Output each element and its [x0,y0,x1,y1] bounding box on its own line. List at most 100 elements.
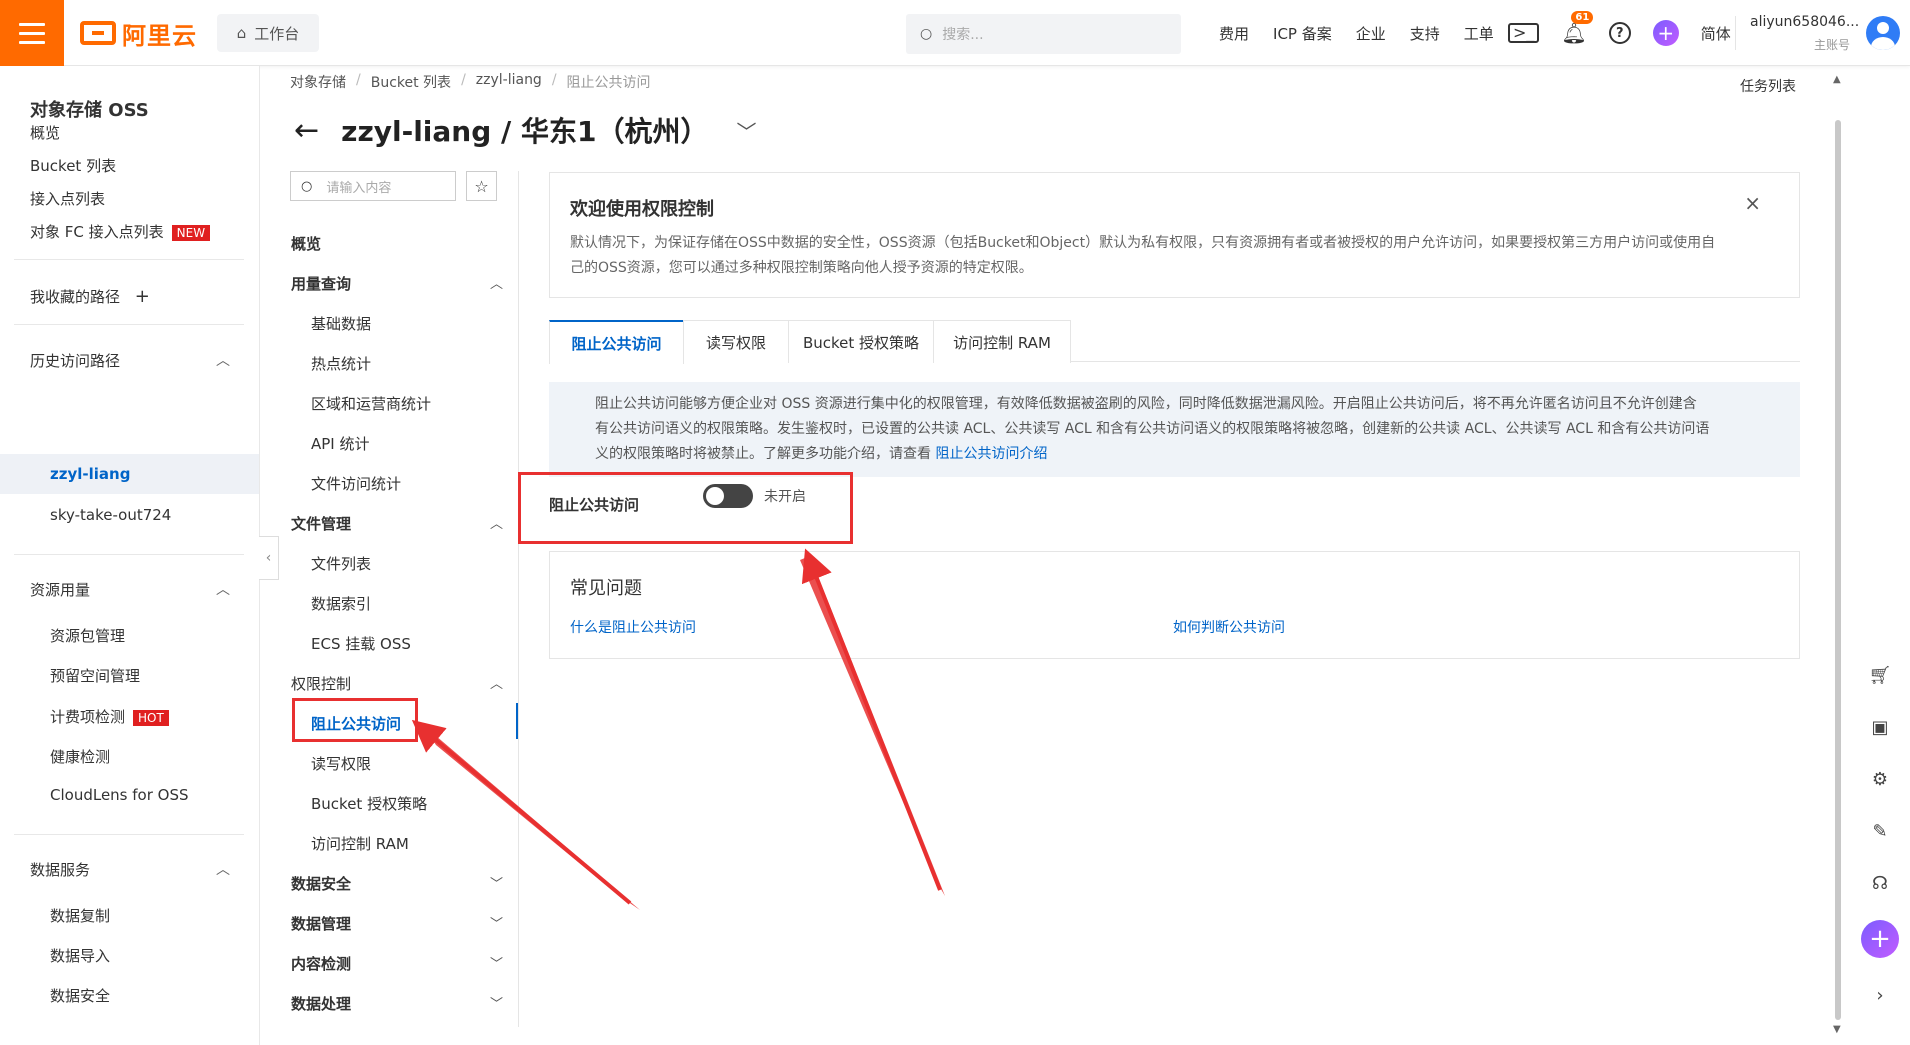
chevron-down-icon: ﹀ [489,877,503,892]
menu-item-hotspot[interactable]: 热点统计 [311,353,371,374]
gear-icon[interactable]: ⚙ [1865,764,1895,794]
sidebar-group-resource[interactable]: 资源用量 ︿ [30,579,230,600]
sidebar-favorites[interactable]: 我收藏的路径 + [30,286,150,307]
star-icon[interactable]: ☆ [466,171,497,201]
menu-item-ram[interactable]: 访问控制 RAM [311,833,409,854]
sidebar-item-import[interactable]: 数据导入 [50,945,110,966]
terminal-icon[interactable]: >_ [1508,23,1540,43]
sidebar-item-replication[interactable]: 数据复制 [50,905,110,926]
hot-badge: HOT [133,710,169,726]
search-icon: ○ [920,26,933,42]
menu-group-data-management[interactable]: 数据管理 ﹀ [291,913,503,934]
menu-item-file-list[interactable]: 文件列表 [311,553,371,574]
sidebar-item-bucket-list[interactable]: Bucket 列表 [30,155,116,176]
nav-icp[interactable]: ICP 备案 [1261,23,1344,44]
back-arrow-icon[interactable]: ← [294,113,319,148]
menu-item-file-access-stats[interactable]: 文件访问统计 [311,473,401,494]
avatar[interactable] [1866,16,1900,50]
secondary-menu-divider [518,171,519,1027]
sidebar-item-health[interactable]: 健康检测 [50,746,110,767]
ai-plus-icon[interactable]: + [1861,920,1899,958]
menu-group-content-detection[interactable]: 内容检测 ﹀ [291,953,503,974]
page-title-text: zzyl-liang / 华东1（杭州） [341,115,709,148]
menu-group-label: 用量查询 [291,275,352,293]
faq-link-what-is[interactable]: 什么是阻止公共访问 [570,617,696,637]
task-list-link[interactable]: 任务列表 [1740,76,1796,96]
menu-overview[interactable]: 概览 [291,233,503,254]
menu-search-placeholder: 请输入内容 [326,180,392,196]
sidebar-item-fc-access-points[interactable]: 对象 FC 接入点列表 NEW [30,221,211,242]
headset-icon[interactable]: ☊ [1865,868,1895,898]
account-name: aliyun658046... [1750,14,1860,30]
language-switch[interactable]: 简体 [1701,23,1731,44]
breadcrumb: 对象存储 / Bucket 列表 / zzyl-liang / 阻止公共访问 [290,72,651,92]
breadcrumb-bucket[interactable]: zzyl-liang [476,72,542,92]
menu-group-permission[interactable]: 权限控制 ︿ [291,673,503,694]
cart-icon[interactable]: 🛒︎ [1865,660,1895,690]
sidebar-group-history[interactable]: 历史访问路径 ︿ [30,350,230,371]
aliyun-logo-mark-icon [80,21,116,45]
edit-icon[interactable]: ✎ [1865,816,1895,846]
scroll-up-icon[interactable]: ▲ [1833,74,1841,85]
scroll-thumb[interactable] [1835,120,1841,1020]
close-icon[interactable]: × [1744,191,1761,215]
active-indicator [516,703,518,739]
sidebar-item-package[interactable]: 资源包管理 [50,625,125,646]
aliyun-logo[interactable]: 阿里云 [80,18,197,50]
sidebar-item-billing-check[interactable]: 计费项检测 HOT [50,706,169,727]
help-icon[interactable]: ? [1608,22,1631,44]
menu-group-label: 数据安全 [291,875,352,893]
global-search-input[interactable]: ○ 搜索... [906,14,1181,54]
menu-item-ecs-mount[interactable]: ECS 挂载 OSS [311,633,411,654]
notification-bell-icon[interactable]: 🔔︎ 61 [1561,11,1594,45]
sidebar-item-cloudlens[interactable]: CloudLens for OSS [50,786,189,804]
menu-group-file[interactable]: 文件管理 ︿ [291,513,503,534]
ai-assistant-icon[interactable]: + [1652,20,1679,46]
history-label: 历史访问路径 [30,352,121,370]
tool-rail: 🛒︎ ▣ ⚙ ✎ ☊ + › [1856,660,1904,1010]
menu-group-usage[interactable]: 用量查询 ︿ [291,273,503,294]
tab-acl[interactable]: 读写权限 [683,320,789,363]
nav-ticket[interactable]: 工单 [1452,23,1506,44]
chevron-down-icon: ﹀ [489,957,503,972]
menu-item-bucket-policy[interactable]: Bucket 授权策略 [311,793,427,814]
menu-item-region-stats[interactable]: 区域和运营商统计 [311,393,431,414]
sidebar-item-access-points[interactable]: 接入点列表 [30,188,105,209]
nav-enterprise[interactable]: 企业 [1344,23,1398,44]
workbench-button[interactable]: ⌂ 工作台 [217,14,319,52]
document-icon[interactable]: ▣ [1865,712,1895,742]
page-scrollbar[interactable]: ▲ ▼ [1833,66,1843,1045]
sidebar-divider [14,324,244,325]
account-info[interactable]: aliyun658046... 主账号 [1750,14,1860,53]
scroll-down-icon[interactable]: ▼ [1833,1024,1841,1035]
sidebar-history-zzyl-liang[interactable]: zzyl-liang [50,465,130,483]
menu-item-data-index[interactable]: 数据索引 [311,593,371,614]
breadcrumb-bucket-list[interactable]: Bucket 列表 [371,72,451,92]
menu-item-basic-data[interactable]: 基础数据 [311,313,371,334]
collapse-sidebar-chevron-left-icon[interactable]: ‹ [259,536,279,580]
menu-group-data-security[interactable]: 数据安全 ﹀ [291,873,503,894]
menu-item-api-stats[interactable]: API 统计 [311,433,370,454]
hamburger-menu-icon[interactable] [0,0,64,66]
chevron-right-icon[interactable]: › [1865,980,1895,1010]
sidebar-group-data-service[interactable]: 数据服务 ︿ [30,859,230,880]
tab-bucket-policy[interactable]: Bucket 授权策略 [788,320,934,363]
nav-billing[interactable]: 费用 [1207,23,1261,44]
top-nav: 费用 ICP 备案 企业 支持 工单 [1207,0,1506,66]
menu-item-acl[interactable]: 读写权限 [311,753,371,774]
info-line-3-text: 义的权限策略时将被禁止。了解更多功能介绍，请查看 [595,446,936,462]
add-icon[interactable]: + [135,286,150,307]
menu-search-input[interactable]: ○ 请输入内容 [290,171,456,201]
block-public-access-intro-link[interactable]: 阻止公共访问介绍 [935,446,1047,462]
sidebar-item-data-security[interactable]: 数据安全 [50,985,110,1006]
tab-block-public-access[interactable]: 阻止公共访问 [549,320,684,364]
nav-support[interactable]: 支持 [1398,23,1452,44]
tab-ram[interactable]: 访问控制 RAM [933,320,1071,363]
sidebar-history-sky-take-out[interactable]: sky-take-out724 [50,506,171,524]
menu-group-data-processing[interactable]: 数据处理 ﹀ [291,993,503,1014]
sidebar-item-overview[interactable]: 概览 [30,122,60,143]
sidebar-item-reserved[interactable]: 预留空间管理 [50,665,140,686]
breadcrumb-oss[interactable]: 对象存储 [290,72,346,92]
chevron-down-icon[interactable]: ﹀ [736,116,756,145]
faq-link-how-to-judge[interactable]: 如何判断公共访问 [1173,617,1285,637]
